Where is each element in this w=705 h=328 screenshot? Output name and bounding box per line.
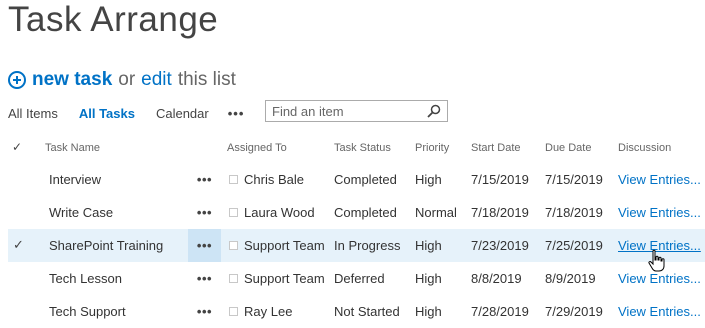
view-all-items[interactable]: All Items bbox=[8, 106, 58, 121]
item-menu-button[interactable]: ••• bbox=[188, 229, 221, 262]
task-status: Completed bbox=[334, 205, 397, 220]
start-date: 8/8/2019 bbox=[471, 271, 522, 286]
start-date: 7/28/2019 bbox=[471, 304, 529, 319]
view-entries-link[interactable]: View Entries... bbox=[618, 172, 701, 187]
or-text: or bbox=[118, 69, 136, 90]
presence-icon bbox=[229, 208, 238, 217]
item-menu-button[interactable]: ••• bbox=[188, 295, 221, 328]
presence-icon bbox=[229, 274, 238, 283]
item-menu-button[interactable]: ••• bbox=[188, 262, 221, 295]
column-header-task-name[interactable]: Task Name bbox=[45, 142, 100, 154]
search-input[interactable] bbox=[272, 104, 422, 119]
select-all-check-icon[interactable]: ✓ bbox=[12, 140, 22, 154]
task-name[interactable]: Write Case bbox=[49, 205, 113, 220]
table-row[interactable]: Interview ••• Chris Bale Completed High … bbox=[8, 163, 705, 196]
new-task-bar: new task or edit this list bbox=[8, 68, 236, 92]
item-menu-button[interactable]: ••• bbox=[188, 196, 221, 229]
search-icon[interactable] bbox=[427, 104, 441, 118]
priority: High bbox=[415, 271, 442, 286]
priority: High bbox=[415, 238, 442, 253]
search-box bbox=[265, 100, 448, 122]
view-selector: All Items All Tasks Calendar ••• bbox=[8, 104, 244, 122]
assigned-to[interactable]: Support Team bbox=[244, 238, 325, 253]
page-title: Task Arrange bbox=[8, 0, 219, 39]
task-name[interactable]: SharePoint Training bbox=[49, 238, 163, 253]
assigned-to[interactable]: Chris Bale bbox=[244, 172, 304, 187]
start-date: 7/15/2019 bbox=[471, 172, 529, 187]
add-circle-icon[interactable] bbox=[8, 71, 26, 89]
due-date: 7/15/2019 bbox=[545, 172, 603, 187]
column-header-discussion[interactable]: Discussion bbox=[618, 142, 671, 154]
view-entries-link[interactable]: View Entries... bbox=[618, 205, 701, 220]
task-name[interactable]: Interview bbox=[49, 172, 101, 187]
assigned-to[interactable]: Support Team bbox=[244, 271, 325, 286]
task-status: Not Started bbox=[334, 304, 400, 319]
start-date: 7/18/2019 bbox=[471, 205, 529, 220]
presence-icon bbox=[229, 175, 238, 184]
column-header-task-status[interactable]: Task Status bbox=[334, 142, 391, 154]
row-check-icon[interactable]: ✓ bbox=[13, 237, 24, 253]
assigned-to[interactable]: Ray Lee bbox=[244, 304, 292, 319]
priority: High bbox=[415, 172, 442, 187]
priority: Normal bbox=[415, 205, 457, 220]
view-all-tasks[interactable]: All Tasks bbox=[79, 106, 135, 121]
due-date: 7/25/2019 bbox=[545, 238, 603, 253]
presence-icon bbox=[229, 241, 238, 250]
column-header-priority[interactable]: Priority bbox=[415, 142, 449, 154]
edit-list-link[interactable]: edit bbox=[141, 69, 172, 91]
view-calendar[interactable]: Calendar bbox=[156, 106, 209, 121]
view-entries-link[interactable]: View Entries... bbox=[618, 271, 701, 286]
item-menu-button[interactable]: ••• bbox=[188, 163, 221, 196]
due-date: 7/18/2019 bbox=[545, 205, 603, 220]
view-entries-link[interactable]: View Entries... bbox=[618, 304, 701, 319]
table-row[interactable]: Write Case ••• Laura Wood Completed Norm… bbox=[8, 196, 705, 229]
task-status: In Progress bbox=[334, 238, 401, 253]
column-header-assigned-to[interactable]: Assigned To bbox=[227, 142, 287, 154]
column-header-start-date[interactable]: Start Date bbox=[471, 142, 521, 154]
table-row-selected[interactable]: ✓ SharePoint Training ••• Support Team I… bbox=[8, 229, 705, 262]
column-header-due-date[interactable]: Due Date bbox=[545, 142, 591, 154]
due-date: 7/29/2019 bbox=[545, 304, 603, 319]
task-status: Completed bbox=[334, 172, 397, 187]
more-views-button[interactable]: ••• bbox=[228, 106, 245, 121]
start-date: 7/23/2019 bbox=[471, 238, 529, 253]
table-row[interactable]: Tech Lesson ••• Support Team Deferred Hi… bbox=[8, 262, 705, 295]
task-name[interactable]: Tech Lesson bbox=[49, 271, 122, 286]
due-date: 8/9/2019 bbox=[545, 271, 596, 286]
table-row[interactable]: Tech Support ••• Ray Lee Not Started Hig… bbox=[8, 295, 705, 328]
task-status: Deferred bbox=[334, 271, 385, 286]
assigned-to[interactable]: Laura Wood bbox=[244, 205, 315, 220]
priority: High bbox=[415, 304, 442, 319]
this-list-text: this list bbox=[177, 69, 236, 90]
new-task-link[interactable]: new task bbox=[32, 69, 112, 91]
presence-icon bbox=[229, 307, 238, 316]
hand-cursor-icon bbox=[648, 249, 665, 272]
task-name[interactable]: Tech Support bbox=[49, 304, 126, 319]
